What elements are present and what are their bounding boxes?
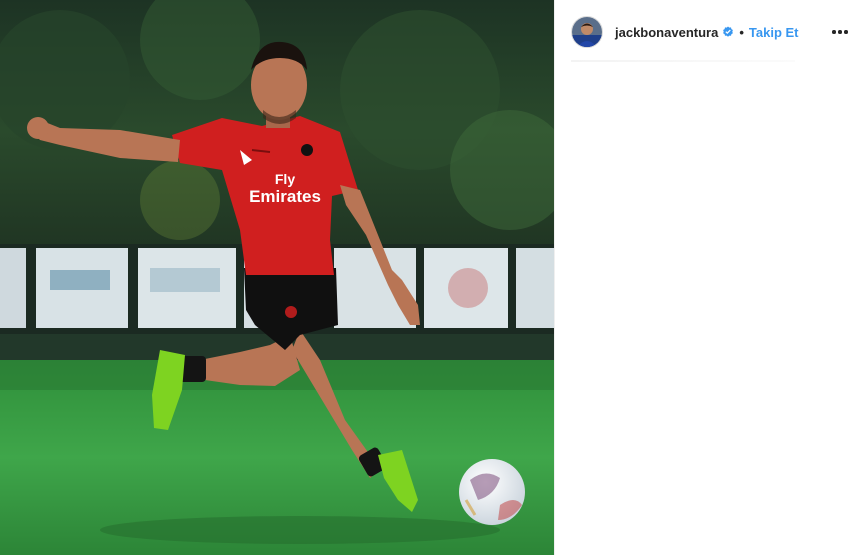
more-options-icon[interactable] [828, 20, 852, 44]
post-photo [0, 0, 554, 555]
header-divider [571, 60, 795, 62]
jersey-text-line2: Emirates [249, 187, 321, 206]
avatar[interactable] [571, 16, 603, 48]
avatar-image [572, 17, 602, 47]
follow-button[interactable]: Takip Et [749, 25, 799, 40]
header-separator: • [739, 24, 744, 40]
username[interactable]: jackbonaventura [615, 25, 718, 40]
jersey-sponsor-text: Fly Emirates [240, 170, 330, 206]
post-header: jackbonaventura • Takip Et [555, 0, 864, 64]
post-side-panel: jackbonaventura • Takip Et [554, 0, 864, 555]
jersey-text-line1: Fly [274, 171, 296, 187]
verified-badge-icon [722, 26, 734, 38]
post-image[interactable]: Fly Emirates [0, 0, 554, 555]
